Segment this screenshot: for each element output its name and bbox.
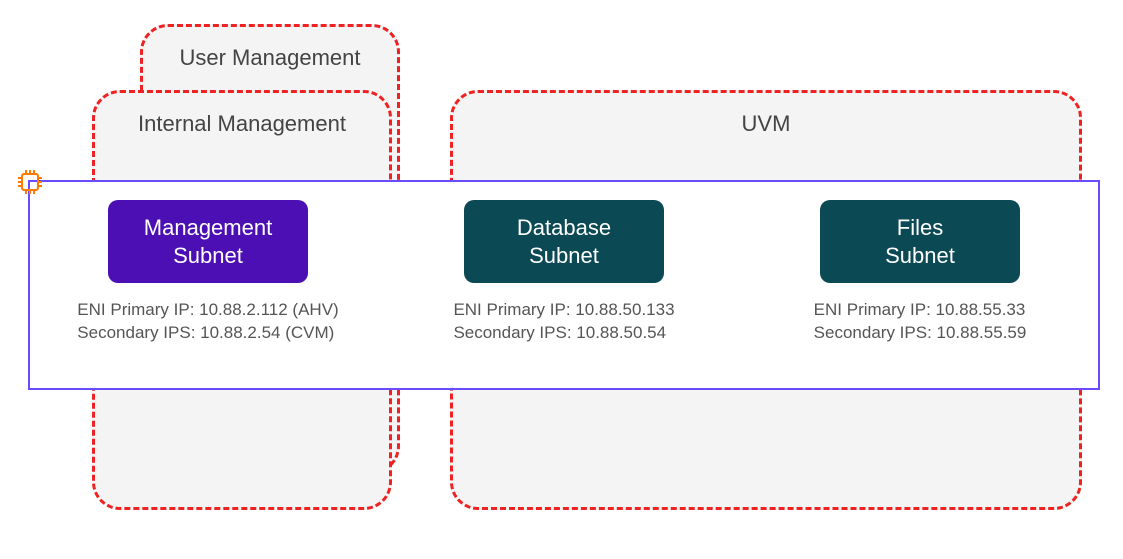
subnet-database-secondary-ip: Secondary IPS: 10.88.50.54 [453, 322, 674, 345]
subnet-files-primary-ip: ENI Primary IP: 10.88.55.33 [814, 299, 1027, 322]
subnet-management-ips: ENI Primary IP: 10.88.2.112 (AHV) Second… [77, 299, 338, 345]
subnet-files: FilesSubnet ENI Primary IP: 10.88.55.33 … [770, 200, 1070, 345]
subnet-files-box: FilesSubnet [820, 200, 1020, 283]
subnet-database-box: DatabaseSubnet [464, 200, 664, 283]
subnet-files-ips: ENI Primary IP: 10.88.55.33 Secondary IP… [814, 299, 1027, 345]
subnet-database-primary-ip: ENI Primary IP: 10.88.50.133 [453, 299, 674, 322]
subnet-management: ManagementSubnet ENI Primary IP: 10.88.2… [58, 200, 358, 345]
chip-icon [16, 168, 44, 201]
zone-user-management-label: User Management [143, 45, 397, 71]
subnet-database: DatabaseSubnet ENI Primary IP: 10.88.50.… [414, 200, 714, 345]
subnet-management-name: ManagementSubnet [144, 215, 272, 268]
subnet-database-ips: ENI Primary IP: 10.88.50.133 Secondary I… [453, 299, 674, 345]
subnet-management-primary-ip: ENI Primary IP: 10.88.2.112 (AHV) [77, 299, 338, 322]
subnet-files-name: FilesSubnet [885, 215, 955, 268]
host-box: ManagementSubnet ENI Primary IP: 10.88.2… [28, 180, 1100, 390]
subnet-database-name: DatabaseSubnet [517, 215, 611, 268]
zone-uvm-label: UVM [453, 111, 1079, 137]
subnet-management-secondary-ip: Secondary IPS: 10.88.2.54 (CVM) [77, 322, 338, 345]
subnet-management-box: ManagementSubnet [108, 200, 308, 283]
subnet-files-secondary-ip: Secondary IPS: 10.88.55.59 [814, 322, 1027, 345]
zone-internal-management-label: Internal Management [95, 111, 389, 137]
